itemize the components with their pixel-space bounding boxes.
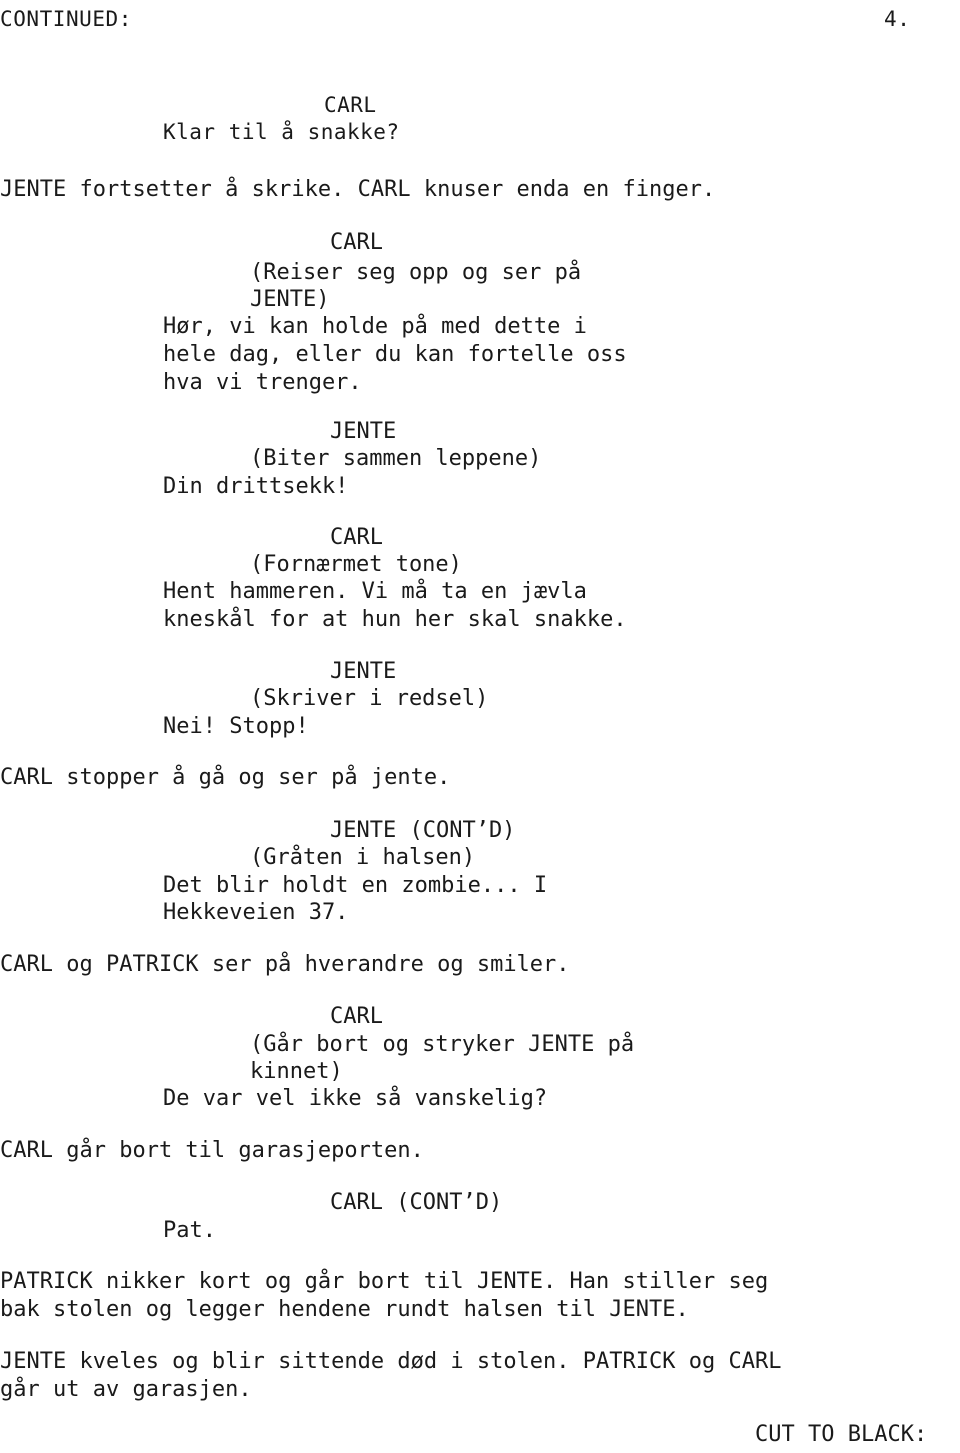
dialogue-line: Hør, vi kan holde på med dette i	[163, 314, 587, 339]
character-cue: CARL	[324, 93, 377, 117]
parenthetical-line: (Går bort og stryker JENTE på	[250, 1032, 635, 1057]
action-line: går ut av garasjen.	[0, 1377, 252, 1402]
parenthetical-line: (Skriver i redsel)	[250, 686, 489, 711]
action-line: CARL stopper å gå og ser på jente.	[0, 765, 451, 790]
action-line: bak stolen og legger hendene rundt halse…	[0, 1297, 689, 1322]
action-line: JENTE kveles og blir sittende død i stol…	[0, 1349, 782, 1374]
action-line: PATRICK nikker kort og går bort til JENT…	[0, 1269, 769, 1294]
page-number: 4.	[884, 7, 911, 31]
character-cue: CARL	[330, 1004, 383, 1029]
action-line: CARL og PATRICK ser på hverandre og smil…	[0, 952, 570, 977]
parenthetical-line: (Gråten i halsen)	[250, 845, 476, 870]
dialogue-line: Klar til å snakke?	[163, 120, 400, 144]
dialogue-line: Hent hammeren. Vi må ta en jævla	[163, 579, 587, 604]
dialogue-line: hva vi trenger.	[163, 370, 362, 395]
action-line: CARL går bort til garasjeporten.	[0, 1138, 424, 1163]
parenthetical-line: (Reiser seg opp og ser på	[250, 260, 582, 285]
character-cue: CARL	[330, 230, 383, 255]
transition-cut-to-black: CUT TO BLACK:	[755, 1422, 928, 1447]
character-cue: CARL (CONT’D)	[330, 1190, 503, 1215]
dialogue-line: Nei! Stopp!	[163, 714, 309, 739]
dialogue-line: Det blir holdt en zombie... I	[163, 873, 548, 898]
continued-label: CONTINUED:	[0, 7, 132, 31]
dialogue-line: hele dag, eller du kan fortelle oss	[163, 342, 627, 367]
dialogue-line: kneskål for at hun her skal snakke.	[163, 607, 627, 632]
dialogue-line: Pat.	[163, 1218, 216, 1243]
action-line: JENTE fortsetter å skrike. CARL knuser e…	[0, 177, 716, 202]
page-header: CONTINUED: 4.	[0, 6, 960, 36]
parenthetical-line: kinnet)	[250, 1059, 343, 1084]
character-cue: JENTE	[330, 419, 397, 444]
dialogue-line: Hekkeveien 37.	[163, 900, 349, 925]
character-cue: JENTE (CONT’D)	[330, 818, 516, 843]
parenthetical-line: (Fornærmet tone)	[250, 552, 462, 577]
parenthetical-line: (Biter sammen leppene)	[250, 446, 542, 471]
screenplay-page: CONTINUED: 4. CARL Klar til å snakke? JENT…	[0, 0, 960, 1453]
character-cue: CARL	[330, 525, 383, 550]
parenthetical-line: JENTE)	[250, 287, 330, 312]
dialogue-line: Din drittsekk!	[163, 474, 349, 499]
dialogue-line: De var vel ikke så vanskelig?	[163, 1086, 548, 1111]
character-cue: JENTE	[330, 659, 397, 684]
